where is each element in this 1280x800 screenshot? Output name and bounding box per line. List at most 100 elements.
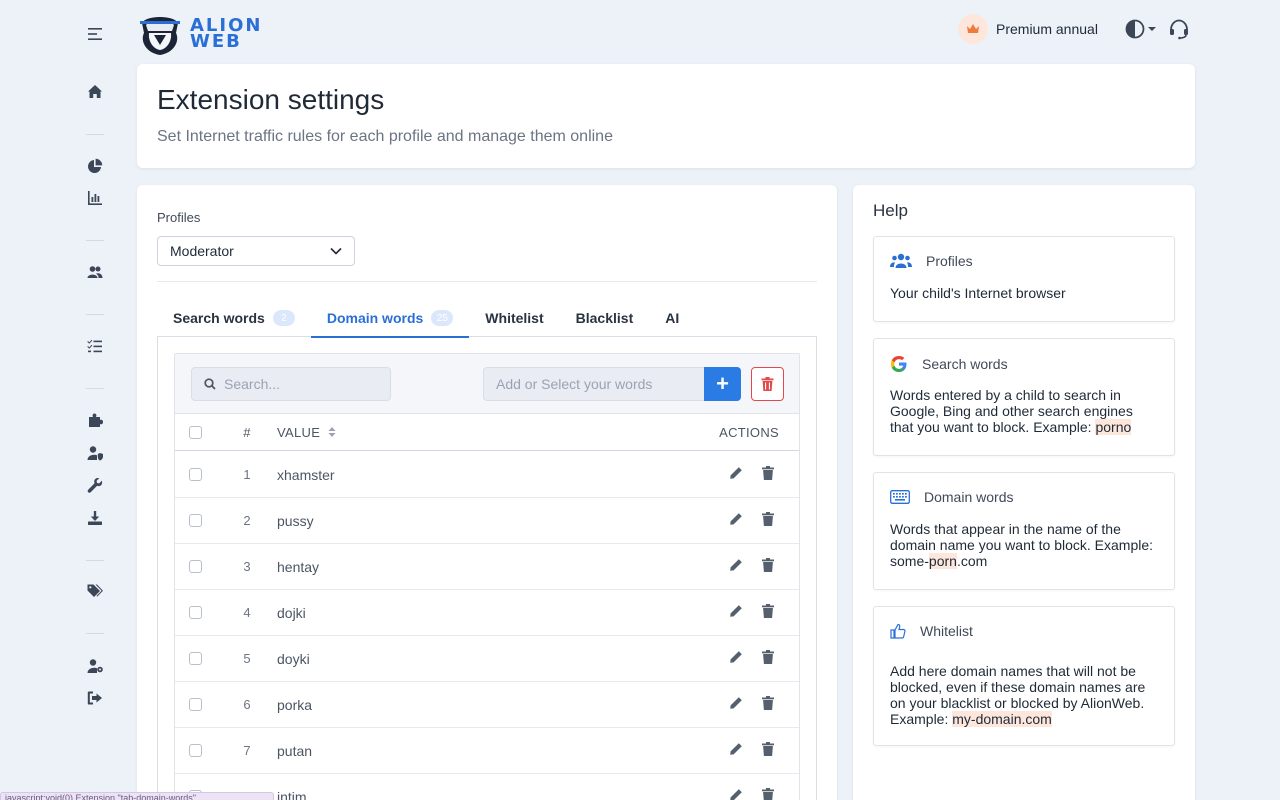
edit-button[interactable] xyxy=(729,742,743,759)
help-item-search-words: Search words Words entered by a child to… xyxy=(873,338,1175,456)
sidebar-divider xyxy=(86,314,104,315)
row-checkbox[interactable] xyxy=(189,698,202,711)
pencil-icon xyxy=(730,697,742,709)
column-header-value[interactable]: VALUE xyxy=(277,425,336,440)
edit-button[interactable] xyxy=(729,558,743,575)
trash-icon xyxy=(762,650,774,664)
edit-button[interactable] xyxy=(729,788,743,800)
edit-button[interactable] xyxy=(729,696,743,713)
pencil-icon xyxy=(730,651,742,663)
add-word-input[interactable] xyxy=(496,376,696,392)
search-icon xyxy=(204,378,216,390)
tab-domain-words[interactable]: Domain words 25 xyxy=(310,299,470,338)
pencil-icon xyxy=(730,605,742,617)
row-checkbox[interactable] xyxy=(189,514,202,527)
row-number: 3 xyxy=(243,559,251,574)
crown-icon xyxy=(958,14,988,44)
keyboard-icon xyxy=(890,490,910,504)
delete-button[interactable] xyxy=(761,604,775,621)
table-row: 5 doyki xyxy=(175,636,799,682)
page-subtitle: Set Internet traffic rules for each prof… xyxy=(157,128,613,145)
add-word-field[interactable] xyxy=(483,367,705,401)
edit-button[interactable] xyxy=(729,466,743,483)
download-icon[interactable] xyxy=(85,508,105,528)
sign-out-icon[interactable] xyxy=(85,688,105,708)
pencil-icon xyxy=(730,789,742,800)
help-item-domain-words: Domain words Words that appear in the na… xyxy=(873,472,1175,590)
search-input[interactable] xyxy=(224,376,374,392)
table-row: 2 pussy xyxy=(175,498,799,544)
row-actions xyxy=(729,604,775,621)
tab-whitelist[interactable]: Whitelist xyxy=(469,299,559,337)
words-table: + # VALUE ACTIONS 1 xhamster 2 pussy 3 hentay… xyxy=(174,353,800,800)
help-item-text: Words entered by a child to search in Go… xyxy=(890,387,1158,435)
rule-tabs: Search words 2 Domain words 25 Whitelist… xyxy=(157,299,817,338)
users-icon xyxy=(890,253,912,268)
menu-icon[interactable] xyxy=(85,24,105,44)
sidebar-divider xyxy=(86,560,104,561)
row-actions xyxy=(729,650,775,667)
tab-blacklist[interactable]: Blacklist xyxy=(560,299,650,337)
delete-button[interactable] xyxy=(761,650,775,667)
delete-button[interactable] xyxy=(761,788,775,800)
help-item-heading: Whitelist xyxy=(920,623,973,639)
tasks-icon[interactable] xyxy=(85,336,105,356)
row-checkbox[interactable] xyxy=(189,744,202,757)
row-actions xyxy=(729,742,775,759)
help-card: Help Profiles Your child's Internet brow… xyxy=(853,185,1195,800)
help-example-highlight: porno xyxy=(1095,419,1132,435)
trash-icon xyxy=(762,742,774,756)
users-icon[interactable] xyxy=(85,262,105,282)
row-checkbox[interactable] xyxy=(189,606,202,619)
puzzle-icon[interactable] xyxy=(85,410,105,430)
profile-select-value: Moderator xyxy=(170,243,234,259)
column-header-number: # xyxy=(243,424,251,440)
delete-button[interactable] xyxy=(761,742,775,759)
help-text-body: .com xyxy=(956,553,988,569)
pencil-icon xyxy=(730,559,742,571)
edit-button[interactable] xyxy=(729,650,743,667)
pie-chart-icon[interactable] xyxy=(85,156,105,176)
google-icon xyxy=(891,356,907,372)
tab-label: Whitelist xyxy=(485,310,544,326)
edit-button[interactable] xyxy=(729,604,743,621)
wrench-icon[interactable] xyxy=(85,475,105,495)
delete-button[interactable] xyxy=(761,696,775,713)
delete-button[interactable] xyxy=(761,466,775,483)
user-shield-icon[interactable] xyxy=(85,443,105,463)
tags-icon[interactable] xyxy=(85,581,105,601)
support-headset-icon[interactable] xyxy=(1168,18,1190,45)
row-value: hentay xyxy=(277,558,320,575)
trash-icon xyxy=(762,604,774,618)
add-word-button[interactable]: + xyxy=(704,367,741,401)
delete-button[interactable] xyxy=(761,512,775,529)
profiles-label: Profiles xyxy=(157,210,201,225)
row-number: 4 xyxy=(243,605,251,620)
theme-toggle[interactable] xyxy=(1125,19,1157,39)
sidebar xyxy=(0,0,120,800)
premium-status[interactable]: Premium annual xyxy=(958,14,1098,44)
row-actions xyxy=(729,466,775,483)
select-all-checkbox[interactable] xyxy=(189,425,202,439)
home-icon[interactable] xyxy=(85,82,105,102)
alionweb-logo[interactable]: ALION WEB xyxy=(136,10,296,58)
edit-button[interactable] xyxy=(729,512,743,529)
bar-chart-icon[interactable] xyxy=(85,188,105,208)
tab-count-badge: 2 xyxy=(272,310,295,326)
search-field[interactable] xyxy=(191,367,391,401)
table-row: 3 hentay xyxy=(175,544,799,590)
sort-icon xyxy=(328,427,336,437)
trash-icon xyxy=(762,512,774,526)
row-checkbox[interactable] xyxy=(189,652,202,665)
tab-search-words[interactable]: Search words 2 xyxy=(157,299,311,337)
row-checkbox[interactable] xyxy=(189,468,202,481)
delete-selected-button[interactable] xyxy=(751,367,784,401)
tab-ai[interactable]: AI xyxy=(649,299,695,337)
profile-select[interactable]: Moderator xyxy=(157,236,355,266)
domain-words-panel: + # VALUE ACTIONS 1 xhamster 2 pussy 3 hentay… xyxy=(157,337,817,800)
row-checkbox[interactable] xyxy=(189,560,202,573)
divider xyxy=(157,281,817,282)
delete-button[interactable] xyxy=(761,558,775,575)
row-value: putan xyxy=(277,742,313,759)
user-cog-icon[interactable] xyxy=(85,656,105,676)
